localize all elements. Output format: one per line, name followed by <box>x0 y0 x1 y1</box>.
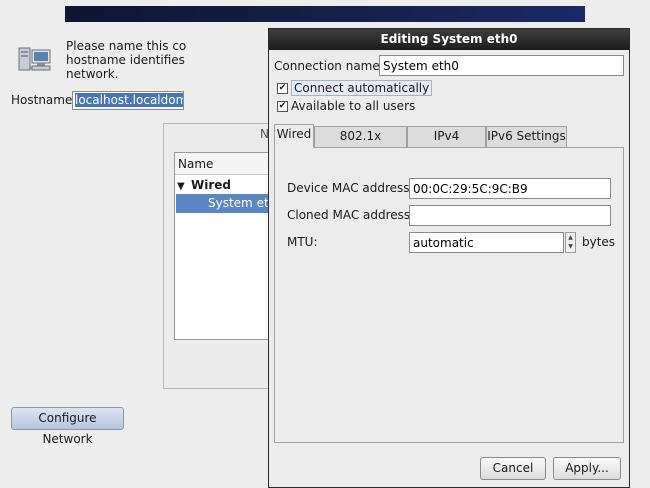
tab-8021x-security[interactable]: 802.1x Security <box>314 126 407 162</box>
network-computers-icon <box>18 44 58 76</box>
hostname-input[interactable]: localhost.localdoma <box>72 91 184 110</box>
cancel-button[interactable]: Cancel <box>480 457 546 480</box>
connect-automatically-checkbox[interactable]: ✔ Connect automatically <box>277 80 433 97</box>
editing-connection-dialog: Editing System eth0 Connection name: ✔Co… <box>268 28 630 488</box>
hostname-intro-text: Please name this com hostname identifies… <box>66 39 186 81</box>
device-mac-input[interactable] <box>409 178 611 199</box>
wired-tab-panel: Device MAC address: Cloned MAC address: … <box>274 147 624 443</box>
group-label: Wired <box>191 178 231 192</box>
cloned-mac-input[interactable] <box>409 205 611 226</box>
triangle-down-icon[interactable]: ▼ <box>177 181 191 192</box>
available-to-all-users-checkbox[interactable]: ✔ Available to all users <box>277 99 415 115</box>
tab-wired[interactable]: Wired <box>274 124 314 148</box>
device-mac-label: Device MAC address: <box>287 181 414 195</box>
connection-name-label: Connection name: <box>274 59 384 73</box>
connection-list[interactable]: Name ▼ Wired System eth <box>174 152 270 340</box>
check-icon[interactable]: ✔ <box>277 101 288 112</box>
hostname-label: Hostname: <box>11 93 77 107</box>
list-header-name[interactable]: Name <box>175 153 269 175</box>
mtu-input[interactable] <box>409 232 564 253</box>
tab-ipv6-settings[interactable]: IPv6 Settings <box>486 126 567 147</box>
tab-ipv4-settings[interactable]: IPv4 Settings <box>407 126 486 162</box>
spin-down-icon[interactable]: ▼ <box>566 242 575 251</box>
hostname-value: localhost.localdoma <box>75 93 183 107</box>
mtu-label: MTU: <box>287 235 318 249</box>
mtu-spinner[interactable]: ▲ ▼ <box>565 232 576 253</box>
dialog-title[interactable]: Editing System eth0 <box>269 29 629 50</box>
apply-button[interactable]: Apply... <box>553 457 621 480</box>
installer-banner <box>65 6 585 22</box>
list-item[interactable]: System eth <box>176 194 270 213</box>
settings-tabbar: Wired 802.1x Security IPv4 Settings IPv6… <box>274 124 626 162</box>
connection-name-input[interactable] <box>379 55 624 76</box>
check-icon[interactable]: ✔ <box>277 83 288 94</box>
available-to-all-users-label: Available to all users <box>291 99 416 113</box>
connect-automatically-label: Connect automatically <box>291 80 433 96</box>
cloned-mac-label: Cloned MAC address: <box>287 208 415 222</box>
configure-network-button[interactable]: Configure Network <box>11 407 124 446</box>
spin-up-icon[interactable]: ▲ <box>566 233 575 242</box>
mtu-unit-label: bytes <box>582 235 616 249</box>
list-group-wired[interactable]: ▼ Wired <box>177 178 231 192</box>
